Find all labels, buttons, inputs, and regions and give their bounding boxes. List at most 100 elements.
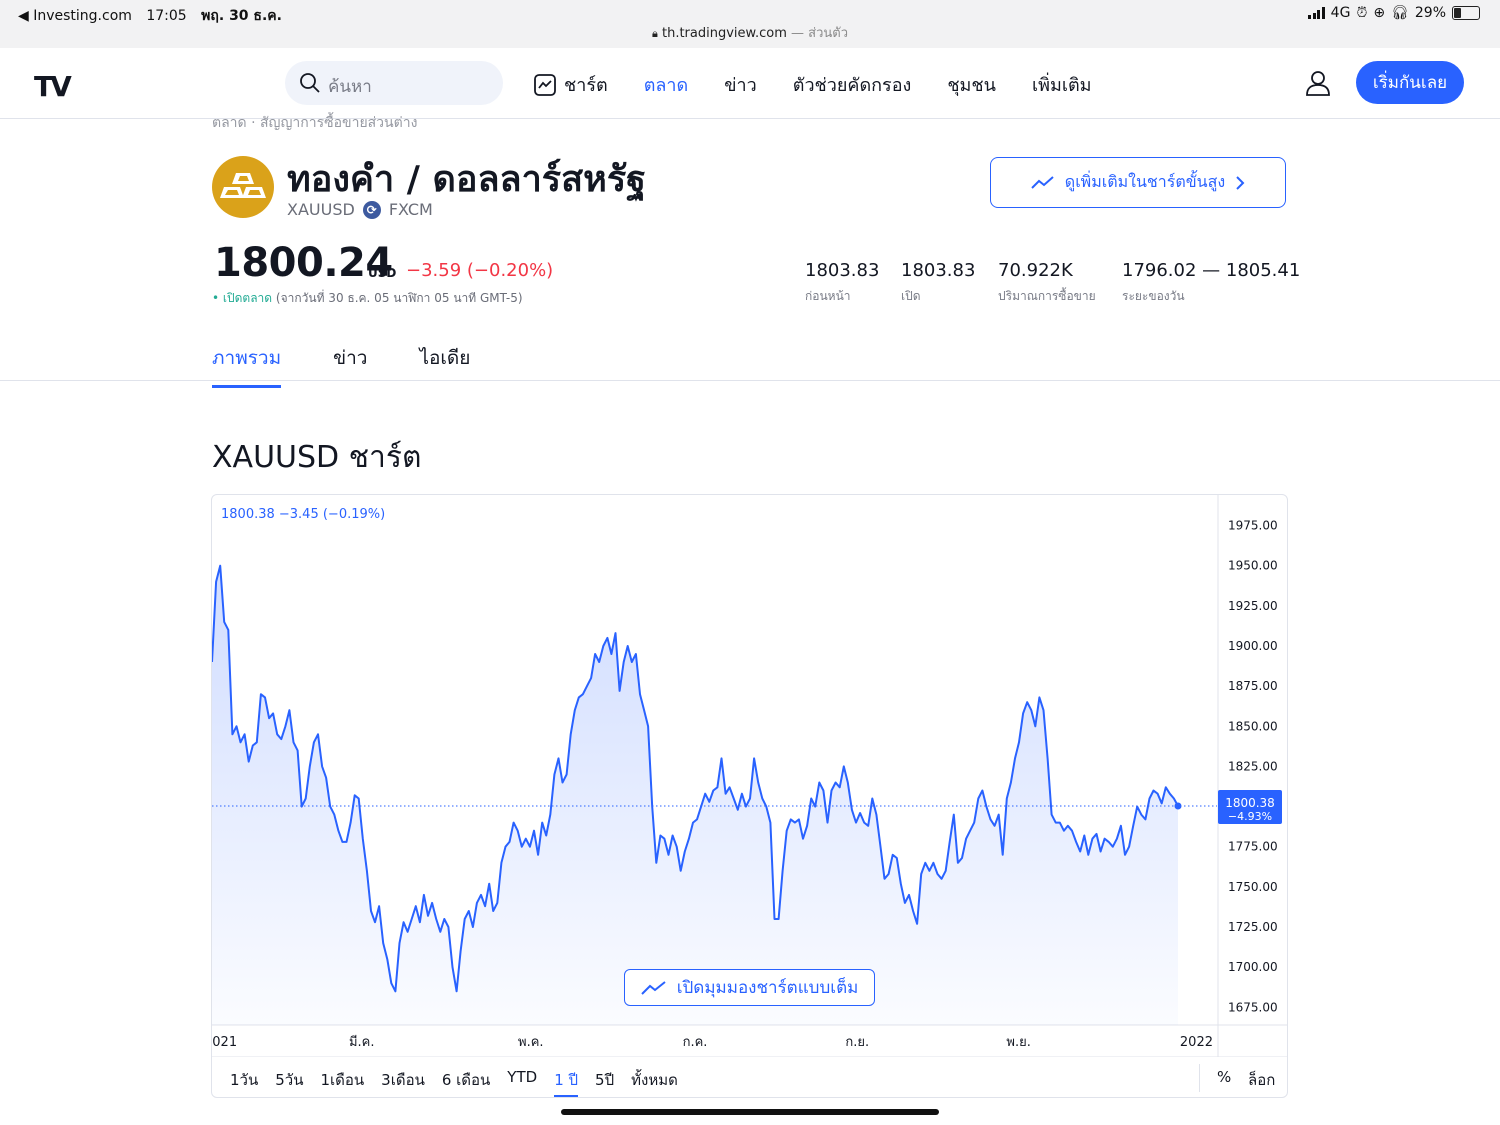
breadcrumb[interactable]: ตลาด · สัญญาการซื้อขายส่วนต่าง (212, 112, 417, 134)
y-tick-label: 1950.00 (1228, 559, 1278, 573)
tab-overview[interactable]: ภาพรวม (212, 343, 282, 388)
range-1d[interactable]: 1วัน (230, 1068, 258, 1097)
tab-ideas[interactable]: ไอเดีย (419, 343, 470, 388)
stat-open: 1803.83 เปิด (901, 260, 975, 306)
chart-icon (534, 73, 556, 96)
site-header: TV ค้นหา ชาร์ต ตลาด ข่าว ตัวช่วยคัดกรอง … (0, 48, 1500, 119)
controls-divider (1199, 1064, 1200, 1092)
symbol-subtitle: XAUUSD ⟳ FXCM (287, 200, 433, 219)
market-open-label: • เปิดตลาด (212, 291, 273, 305)
stat-volume: 70.922K ปริมาณการซื้อขาย (998, 260, 1096, 306)
nav-item-markets[interactable]: ตลาด (644, 70, 689, 99)
trend-icon (1031, 175, 1054, 189)
range-6m[interactable]: 6 เดือน (442, 1068, 490, 1097)
gold-logo (212, 156, 274, 218)
x-tick-label: พ.ค. (518, 1035, 544, 1050)
y-tick-label: 1725.00 (1228, 920, 1278, 934)
y-tick-label: 1750.00 (1228, 880, 1278, 894)
exchange-icon: ⟳ (362, 200, 381, 219)
url-bar[interactable]: 🔒︎ th.tradingview.com — ส่วนตัว (0, 22, 1500, 43)
ticker-label: XAUUSD (287, 200, 355, 219)
y-tick-label: 1825.00 (1228, 759, 1278, 773)
headphones-icon: 🎧︎ (1391, 5, 1409, 21)
range-1y[interactable]: 1 ปี (554, 1068, 579, 1097)
x-tick-label: 2021 (212, 1035, 237, 1050)
nav-item-chart[interactable]: ชาร์ต (534, 70, 608, 99)
stat-label: เปิด (901, 289, 921, 303)
main-nav: ชาร์ต ตลาด ข่าว ตัวช่วยคัดกรอง ชุมชน เพิ… (534, 70, 1128, 99)
x-tick-label: พ.ย. (1006, 1035, 1030, 1050)
range-3m[interactable]: 3เดือน (381, 1068, 425, 1097)
nav-item-more[interactable]: เพิ่มเติม (1032, 70, 1092, 99)
range-5d[interactable]: 5วัน (275, 1068, 303, 1097)
y-tick-label: 1925.00 (1228, 599, 1278, 613)
network-type: 4G (1330, 5, 1351, 21)
user-icon[interactable] (1305, 70, 1331, 96)
advanced-chart-label: ดูเพิ่มเติมในชาร์ตขั้นสูง (1064, 172, 1226, 191)
y-tick-label: 1850.00 (1228, 719, 1278, 733)
last-price: 1800.24 (214, 240, 393, 286)
url-private-label: — ส่วนตัว (791, 26, 848, 41)
nav-item-news[interactable]: ข่าว (724, 70, 757, 99)
last-price-dot (1174, 802, 1182, 810)
advanced-chart-button[interactable]: ดูเพิ่มเติมในชาร์ตขั้นสูง (990, 157, 1286, 208)
full-chart-button[interactable]: เปิดมุมมองชาร์ตแบบเต็ม (624, 969, 875, 1006)
status-right: 4G ⏰︎ ⊕ 🎧︎ 29% (1308, 5, 1480, 21)
stat-label: ก่อนหน้า (805, 289, 851, 303)
x-tick-label: ก.ค. (683, 1035, 708, 1050)
stat-label: ปริมาณการซื้อขาย (998, 289, 1096, 303)
price-area (212, 565, 1178, 1025)
price-currency: USD (368, 266, 397, 280)
symbol-tabs: ภาพรวม ข่าว ไอเดีย (212, 343, 522, 388)
tab-news[interactable]: ข่าว (333, 343, 367, 388)
chart-legend: 1800.38 −3.45 (−0.19%) (221, 507, 386, 522)
stat-value: 1796.02 — 1805.41 (1122, 260, 1301, 281)
range-all[interactable]: ทั้งหมด (631, 1068, 678, 1097)
stat-value: 1803.83 (805, 260, 880, 281)
range-ytd[interactable]: YTD (507, 1068, 537, 1097)
market-status: • เปิดตลาด (จากวันที่ 30 ธ.ค. 05 นาฬิกา … (212, 289, 523, 308)
y-tick-label: 1975.00 (1228, 519, 1278, 533)
gold-bars-icon (220, 173, 266, 198)
y-tick-label: 1875.00 (1228, 679, 1278, 693)
stat-value: 1803.83 (901, 260, 976, 281)
chevron-right-icon (1236, 175, 1245, 190)
range-1m[interactable]: 1เดือน (320, 1068, 364, 1097)
last-price-badge-change: −4.93% (1228, 810, 1272, 823)
nav-item-screeners[interactable]: ตัวช่วยคัดกรอง (793, 70, 912, 99)
x-tick-label: มี.ค. (349, 1034, 375, 1050)
tradingview-logo[interactable]: TV (34, 70, 72, 103)
status-bar: ◀ Investing.com 17:05 พฤ. 30 ธ.ค. 🔒︎ th.… (0, 0, 1500, 49)
y-tick-label: 1900.00 (1228, 639, 1278, 653)
y-tick-label: 1700.00 (1228, 960, 1278, 974)
price-change: −3.59 (−0.20%) (406, 260, 554, 281)
percent-scale-toggle[interactable]: % (1217, 1068, 1231, 1086)
stat-value: 70.922K (998, 260, 1073, 281)
range-5y[interactable]: 5ปี (595, 1068, 614, 1097)
exchange-label[interactable]: FXCM (389, 200, 433, 219)
nav-label: ชาร์ต (564, 75, 608, 96)
y-tick-label: 1675.00 (1228, 1000, 1278, 1014)
battery-percent: 29% (1414, 5, 1446, 21)
alarm-icon: ⏰︎ (1356, 5, 1368, 21)
search-placeholder: ค้นหา (328, 77, 372, 97)
signal-icon (1308, 7, 1325, 19)
full-chart-label: เปิดมุมมองชาร์ตแบบเต็ม (676, 978, 859, 998)
log-scale-toggle[interactable]: ล็อก (1248, 1068, 1275, 1092)
stat-label: ระยะของวัน (1122, 289, 1185, 303)
x-tick-label: 2022 (1180, 1035, 1213, 1050)
x-tick-label: ก.ย. (845, 1035, 869, 1050)
y-tick-label: 1775.00 (1228, 840, 1278, 854)
range-selector: 1วัน 5วัน 1เดือน 3เดือน 6 เดือน YTD 1 ปี… (230, 1068, 695, 1097)
search-input[interactable]: ค้นหา (285, 61, 503, 105)
stat-prev-close: 1803.83 ก่อนหน้า (805, 260, 879, 306)
battery-icon (1452, 6, 1480, 20)
nav-item-community[interactable]: ชุมชน (947, 70, 996, 99)
lock-icon: 🔒︎ (651, 27, 658, 40)
trend-icon (640, 980, 666, 995)
home-indicator (561, 1109, 939, 1115)
tabs-divider (0, 380, 1500, 381)
get-started-button[interactable]: เริ่มกันเลย (1356, 61, 1464, 104)
symbol-title: ทองคำ / ดอลลาร์สหรัฐ (287, 159, 647, 200)
url-host: th.tradingview.com (661, 26, 787, 41)
